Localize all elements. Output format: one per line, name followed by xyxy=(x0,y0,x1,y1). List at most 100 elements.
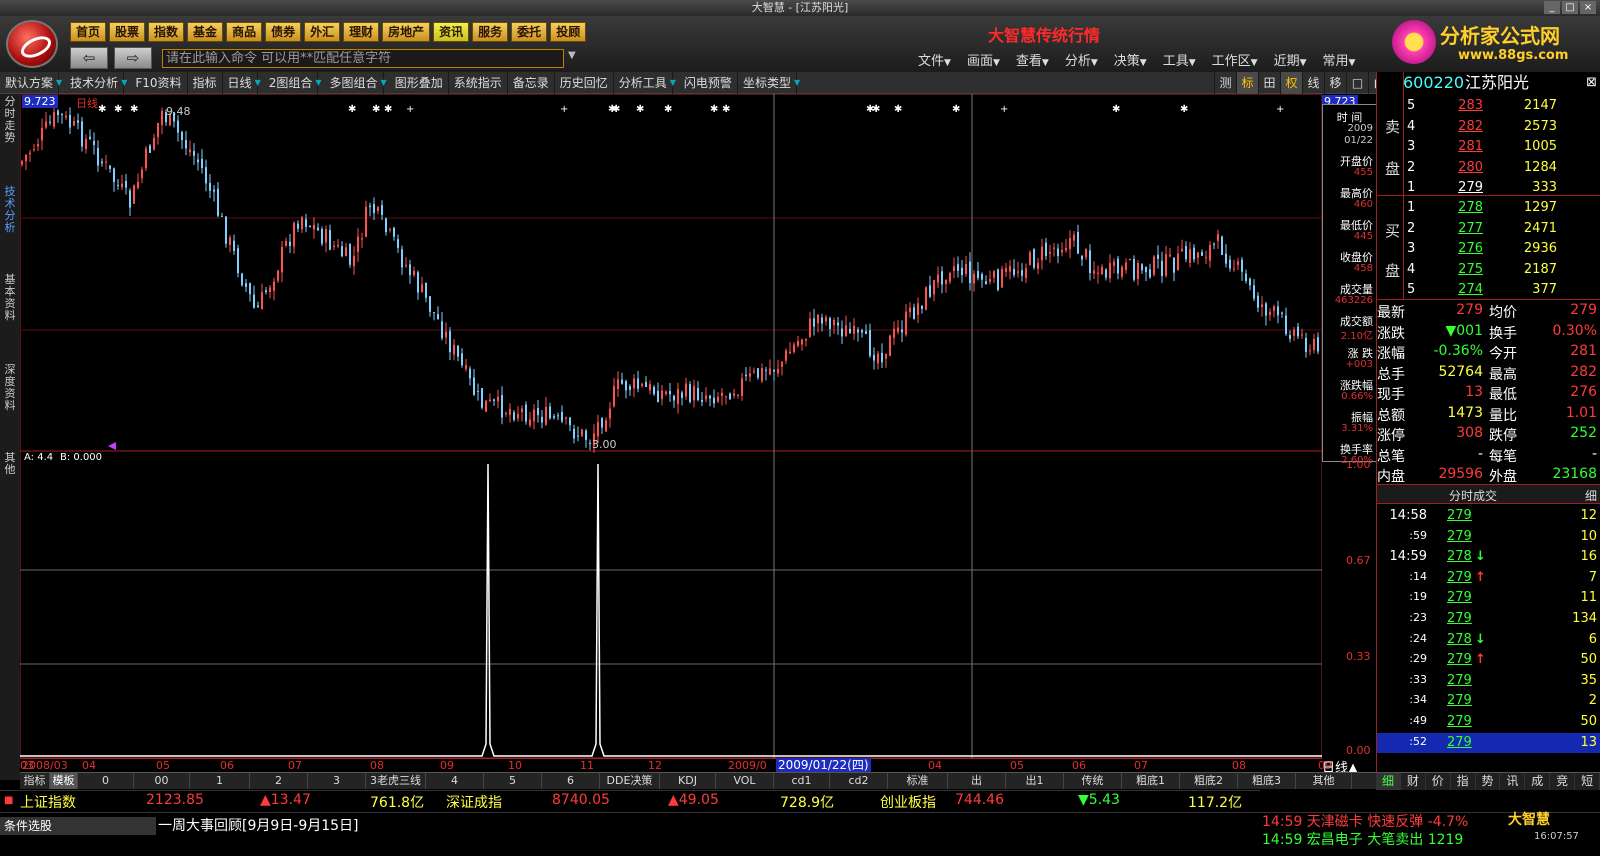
toolbar-item[interactable]: 图形叠加 xyxy=(390,71,449,94)
ask-row[interactable]: 2 280 1284 xyxy=(1377,158,1600,178)
nav-button[interactable]: 基金 xyxy=(187,22,224,42)
ask-row[interactable]: 4 282 2573 xyxy=(1377,117,1600,137)
indicator-tab[interactable]: 模板 xyxy=(50,773,78,789)
ticker-1[interactable]: 14:59 天津磁卡 快速反弹 -4.7% xyxy=(1262,811,1468,831)
indicator-tab[interactable]: 2 xyxy=(250,773,308,789)
indicator-tab[interactable]: 0 xyxy=(78,773,134,789)
tab-basic-info[interactable]: 基本资料 xyxy=(2,274,18,322)
menu-item[interactable]: 常用▼ xyxy=(1323,50,1356,69)
nav-button[interactable]: 理财 xyxy=(343,22,380,42)
nav-button[interactable]: 外汇 xyxy=(304,22,341,42)
tab-deep-info[interactable]: 深度资料 xyxy=(2,364,18,412)
indicator-tab[interactable]: VOL xyxy=(716,773,774,789)
toolbar-item[interactable]: 指标 xyxy=(188,71,223,94)
indicator-tab[interactable]: 3老虎三线 xyxy=(366,773,426,789)
toolbar-item[interactable]: 2图组合 xyxy=(264,71,319,94)
restore-button[interactable]: □ xyxy=(1562,1,1578,14)
nav-button[interactable]: 指数 xyxy=(148,22,185,42)
toolbar-item[interactable]: 历史回忆 xyxy=(555,71,614,94)
nav-button[interactable]: 房地产 xyxy=(382,22,431,42)
tick-row[interactable]: :14 279 ↑ 7 xyxy=(1377,568,1600,588)
menu-item[interactable]: 工具▼ xyxy=(1163,50,1196,69)
tick-row[interactable]: :23 279 134 xyxy=(1377,609,1600,629)
side-tab[interactable]: 短 xyxy=(1575,773,1600,790)
indicator-tab[interactable]: DDE决策 xyxy=(600,773,660,789)
close-icon[interactable]: ⊠ xyxy=(1586,72,1597,94)
indicator-tab[interactable]: KDJ xyxy=(660,773,716,789)
tick-row[interactable]: :33 279 35 xyxy=(1377,671,1600,691)
command-input[interactable]: 请在此输入命令 可以用**匹配任意字符 xyxy=(162,49,564,68)
menu-item[interactable]: 文件▼ xyxy=(918,50,951,69)
toolbar-item[interactable]: 默认方案 xyxy=(0,71,60,94)
back-button[interactable]: ⇦ xyxy=(70,47,108,69)
menu-item[interactable]: 查看▼ xyxy=(1016,50,1049,69)
toolbar-item[interactable]: 闪电预警 xyxy=(679,71,738,94)
indicator-tab[interactable]: 5 xyxy=(484,773,542,789)
tick-row[interactable]: :52 279 13 xyxy=(1377,732,1600,753)
tick-row[interactable]: :59 279 10 xyxy=(1377,527,1600,547)
indicator-tab[interactable]: 粗底2 xyxy=(1180,773,1238,789)
nav-button[interactable]: 投顾 xyxy=(550,22,587,42)
tick-row[interactable]: :24 278 ↓ 6 xyxy=(1377,630,1600,650)
indicator-tab[interactable]: 3 xyxy=(308,773,366,789)
tick-row[interactable]: 14:58 279 12 xyxy=(1377,506,1600,526)
indicator-tab[interactable]: 标准 xyxy=(888,773,948,789)
toolbar-right-button[interactable]: 标 xyxy=(1236,72,1258,94)
tab-other[interactable]: 其他 xyxy=(2,452,18,476)
nav-button[interactable]: 服务 xyxy=(472,22,509,42)
indicator-tab[interactable]: 指标 xyxy=(20,773,50,789)
indicator-tab[interactable]: 出 xyxy=(948,773,1006,789)
side-tab[interactable]: 财 xyxy=(1401,773,1426,790)
toolbar-item[interactable]: 系统指示 xyxy=(449,71,508,94)
toolbar-item[interactable]: 日线 xyxy=(223,71,258,94)
toolbar-right-button[interactable]: □ xyxy=(1346,72,1368,94)
indicator-tab[interactable]: 传统 xyxy=(1064,773,1122,789)
toolbar-item[interactable]: 分析工具 xyxy=(614,71,673,94)
menu-item[interactable]: 决策▼ xyxy=(1114,50,1147,69)
bid-row[interactable]: 2 277 2471 xyxy=(1377,219,1600,239)
bid-row[interactable]: 1 278 1297 xyxy=(1377,198,1600,218)
toolbar-right-button[interactable]: 田 xyxy=(1258,72,1280,94)
index-name[interactable]: 创业板指 xyxy=(880,792,936,812)
indicator-tab[interactable]: 出1 xyxy=(1006,773,1064,789)
menu-item[interactable]: 画面▼ xyxy=(967,50,1000,69)
tick-row[interactable]: :34 279 2 xyxy=(1377,691,1600,711)
side-tab[interactable]: 成 xyxy=(1525,773,1551,790)
nav-button[interactable]: 债券 xyxy=(265,22,302,42)
tick-detail-tab[interactable]: 细 xyxy=(1585,487,1597,504)
side-tab[interactable]: 竞 xyxy=(1550,773,1576,790)
dzh-logo[interactable] xyxy=(6,20,58,68)
nav-button[interactable]: 首页 xyxy=(70,22,107,42)
tick-row[interactable]: :29 279 ↑ 50 xyxy=(1377,650,1600,670)
toolbar-right-button[interactable]: 线 xyxy=(1302,72,1324,94)
news-headline[interactable]: 一周大事回顾[9月9日-9月15日] xyxy=(158,815,359,835)
forward-button[interactable]: ⇨ xyxy=(114,47,152,69)
stock-filter[interactable]: 条件选股 xyxy=(0,817,156,835)
side-tab[interactable]: 细 xyxy=(1376,773,1401,790)
indicator-tab[interactable]: 4 xyxy=(426,773,484,789)
indicator-tab[interactable]: cd1 xyxy=(774,773,830,789)
tick-row[interactable]: :49 279 50 xyxy=(1377,712,1600,732)
indicator-tab[interactable]: 6 xyxy=(542,773,600,789)
toolbar-item[interactable]: 多图组合 xyxy=(325,71,384,94)
menu-item[interactable]: 近期▼ xyxy=(1274,50,1307,69)
command-dropdown-icon[interactable]: ▼ xyxy=(568,50,576,61)
ticker-2[interactable]: 14:59 宏昌电子 大笔卖出 1219 xyxy=(1262,829,1463,849)
tab-time-share[interactable]: 分时走势 xyxy=(2,96,18,144)
toolbar-item[interactable]: 备忘录 xyxy=(508,71,555,94)
indicator-tab[interactable]: 其他 xyxy=(1296,773,1352,789)
indicator-tab[interactable]: 1 xyxy=(190,773,250,789)
menu-item[interactable]: 工作区▼ xyxy=(1212,50,1258,69)
indicator-tab[interactable]: 00 xyxy=(134,773,190,789)
tick-row[interactable]: 14:59 278 ↓ 16 xyxy=(1377,547,1600,567)
ask-row[interactable]: 3 281 1005 xyxy=(1377,137,1600,157)
indicator-tab[interactable]: 粗底1 xyxy=(1122,773,1180,789)
side-tab[interactable]: 指 xyxy=(1451,773,1476,790)
toolbar-item[interactable]: 技术分析 xyxy=(65,71,125,94)
menu-item[interactable]: 分析▼ xyxy=(1065,50,1098,69)
toolbar-item[interactable]: F10资料 xyxy=(130,71,188,94)
toolbar-right-button[interactable]: 权 xyxy=(1280,72,1302,94)
nav-button[interactable]: 商品 xyxy=(226,22,263,42)
nav-button[interactable]: 资讯 xyxy=(433,22,470,42)
nav-button[interactable]: 股票 xyxy=(109,22,146,42)
